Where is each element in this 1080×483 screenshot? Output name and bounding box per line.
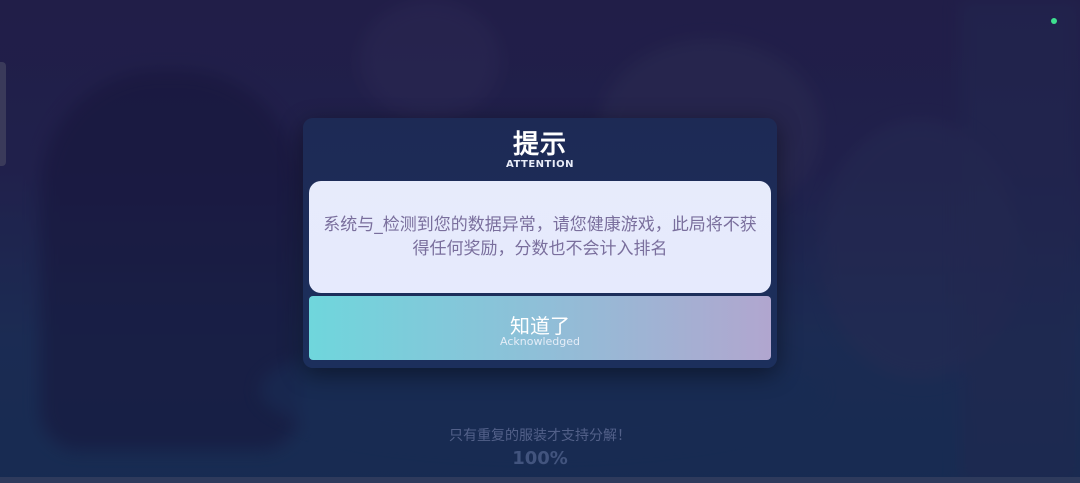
dialog-subtitle: ATTENTION <box>506 159 574 170</box>
dialog-title: 提示 <box>512 130 567 160</box>
side-drawer-handle[interactable] <box>0 62 6 166</box>
attention-dialog: 提示 ATTENTION 系统与_检测到您的数据异常，请您健康游戏，此局将不获得… <box>303 118 777 368</box>
message-box: 系统与_检测到您的数据异常，请您健康游戏，此局将不获得任何奖励，分数也不会计入排… <box>309 181 771 293</box>
bottom-bar <box>0 477 1080 483</box>
background-percent-text: 100% <box>512 448 568 469</box>
acknowledge-button[interactable]: 知道了 Acknowledged <box>309 296 771 360</box>
status-indicator-icon <box>1051 18 1057 24</box>
dialog-message: 系统与_检测到您的数据异常，请您健康游戏，此局将不获得任何奖励，分数也不会计入排… <box>323 215 757 259</box>
background-hint-text: 只有重复的服装才支持分解！ <box>449 428 631 444</box>
game-screen: 只有重复的服装才支持分解！ 100% 提示 ATTENTION 系统与_检测到您… <box>0 0 1080 483</box>
acknowledge-button-sublabel: Acknowledged <box>500 335 580 348</box>
